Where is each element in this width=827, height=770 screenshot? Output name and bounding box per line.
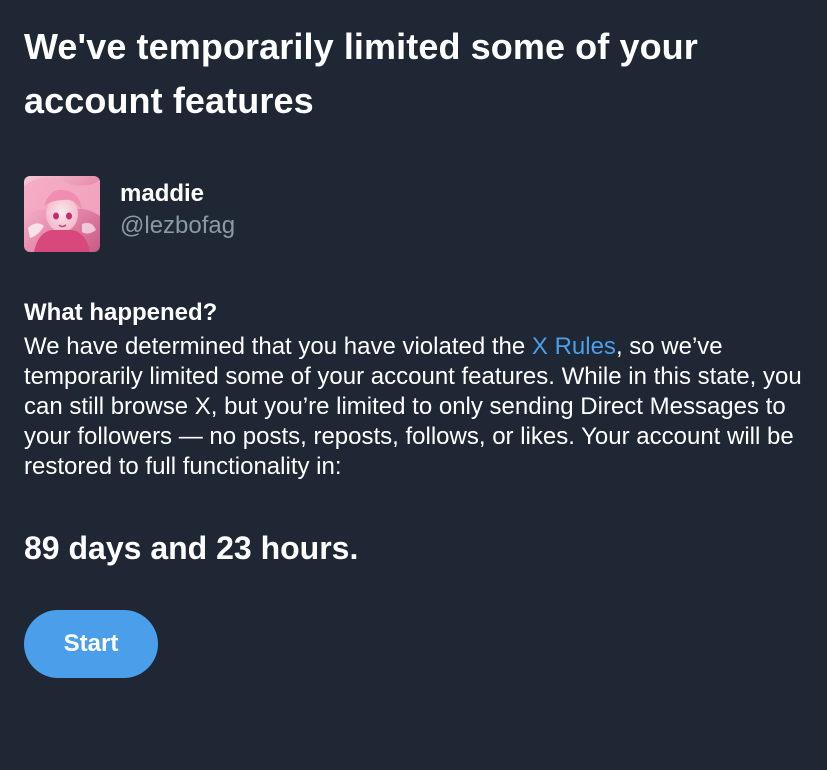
account-info: maddie @lezbofag bbox=[120, 178, 235, 242]
account-card: maddie @lezbofag bbox=[24, 176, 803, 252]
start-button[interactable]: Start bbox=[24, 610, 158, 678]
avatar bbox=[24, 176, 100, 252]
account-handle: @lezbofag bbox=[120, 212, 236, 239]
display-name: maddie bbox=[120, 180, 205, 207]
explanation-text-start: We have determined that you have violate… bbox=[24, 333, 532, 360]
restriction-countdown: 89 days and 23 hours. bbox=[24, 530, 359, 566]
x-rules-link[interactable]: X Rules bbox=[532, 333, 616, 360]
limited-account-page: We've temporarily limited some of your a… bbox=[0, 0, 827, 770]
page-title: We've temporarily limited some of your a… bbox=[24, 26, 698, 121]
what-happened-heading: What happened? bbox=[24, 299, 218, 326]
explanation-text: We have determined that you have violate… bbox=[24, 332, 804, 482]
profile-avatar-icon bbox=[24, 176, 100, 252]
